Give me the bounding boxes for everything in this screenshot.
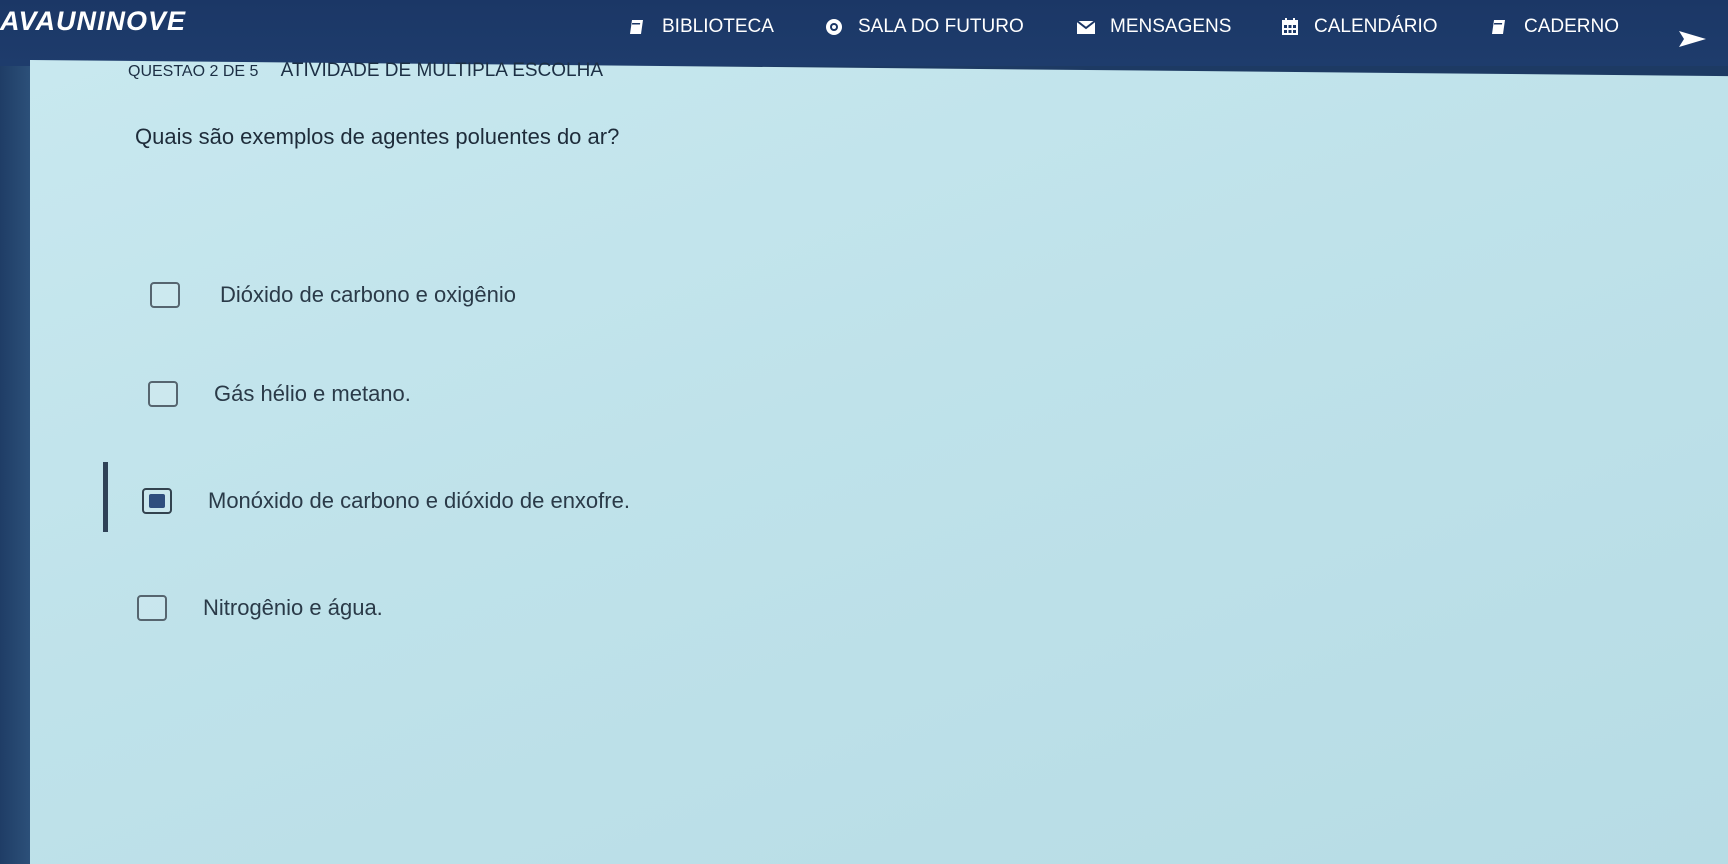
answer-option-label: Dióxido de carbono e oxigênio	[220, 282, 516, 307]
target-icon	[826, 19, 842, 35]
nav-item-label: SALA DO FUTURO	[858, 16, 1024, 37]
question-type: ATIVIDADE DE MULTIPLA ESCOLHA	[280, 60, 604, 81]
nav-item-mensagens[interactable]: MENSAGENS	[1076, 16, 1231, 38]
nav-item-sala-do-futuro[interactable]: SALA DO FUTURO	[824, 16, 1024, 38]
question-counter: QUESTAO 2 DE 5	[128, 63, 259, 80]
answer-checkbox-checked[interactable]	[142, 488, 172, 514]
answer-checkbox[interactable]	[137, 595, 167, 621]
top-navigation-bar: AVAUNINOVE BIBLIOTECA SALA DO FUTURO MEN…	[0, 0, 1728, 66]
nav-item-label: BIBLIOTECA	[662, 16, 774, 37]
left-sidebar-strip	[0, 66, 30, 864]
mail-icon	[1076, 20, 1096, 34]
answer-checkbox[interactable]	[148, 381, 178, 407]
nav-item-label: CADERNO	[1524, 16, 1620, 37]
answer-option-2[interactable]: Gás hélio e metano.	[148, 381, 411, 407]
question-content-area	[30, 60, 1728, 864]
answer-option-label: Nitrogênio e água.	[203, 595, 383, 620]
answer-option-4[interactable]: Nitrogênio e água.	[137, 595, 383, 621]
question-text: Quais são exemplos de agentes poluentes …	[135, 124, 620, 149]
nav-item-caderno[interactable]: CADERNO	[1490, 16, 1619, 38]
nav-item-label: CALENDÁRIO	[1314, 16, 1438, 37]
calendar-icon	[1282, 18, 1298, 35]
answer-option-3[interactable]: Monóxido de carbono e dióxido de enxofre…	[142, 488, 630, 514]
notebook-icon	[1492, 20, 1505, 34]
checkbox-check-mark	[149, 494, 165, 508]
app-logo[interactable]: AVAUNINOVE	[0, 6, 186, 37]
selected-option-indicator	[103, 462, 108, 532]
book-icon	[630, 20, 643, 34]
send-icon[interactable]	[1678, 28, 1708, 50]
answer-option-label: Gás hélio e metano.	[214, 381, 411, 406]
nav-item-label: MENSAGENS	[1110, 16, 1232, 37]
answer-option-1[interactable]: Dióxido de carbono e oxigênio	[150, 282, 516, 308]
question-header: QUESTAO 2 DE 5 ATIVIDADE DE MULTIPLA ESC…	[128, 60, 603, 82]
answer-checkbox[interactable]	[150, 282, 180, 308]
nav-item-calendario[interactable]: CALENDÁRIO	[1280, 16, 1438, 38]
answer-option-label: Monóxido de carbono e dióxido de enxofre…	[208, 488, 630, 513]
nav-item-biblioteca[interactable]: BIBLIOTECA	[628, 16, 774, 38]
